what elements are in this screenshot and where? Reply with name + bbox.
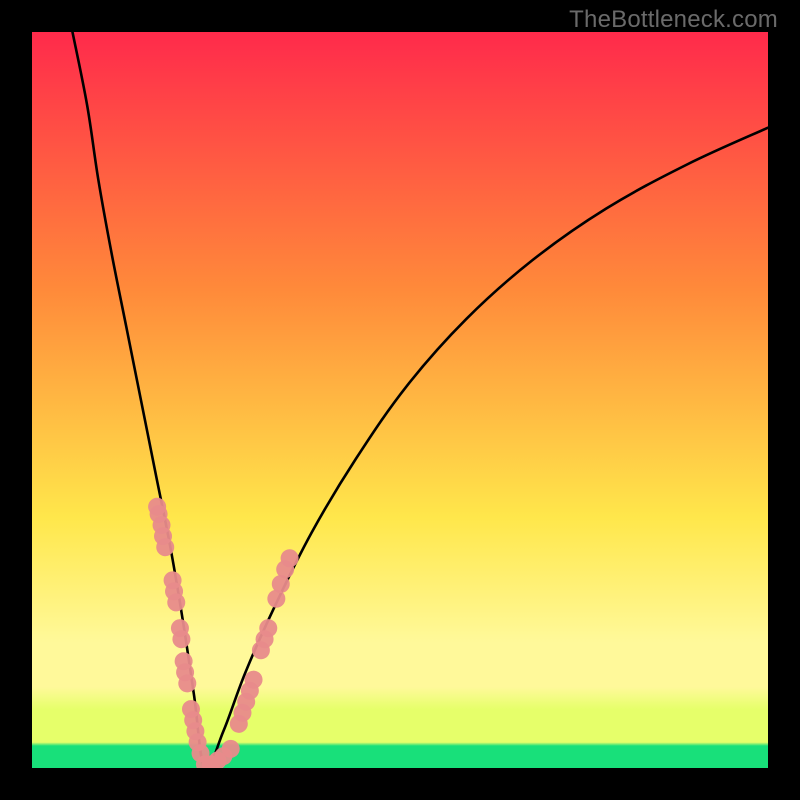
gradient-background — [32, 32, 768, 768]
bottleneck-curve-chart — [32, 32, 768, 768]
watermark-label: TheBottleneck.com — [569, 6, 778, 34]
plot-area — [32, 32, 768, 768]
chart-frame: TheBottleneck.com — [0, 0, 800, 800]
